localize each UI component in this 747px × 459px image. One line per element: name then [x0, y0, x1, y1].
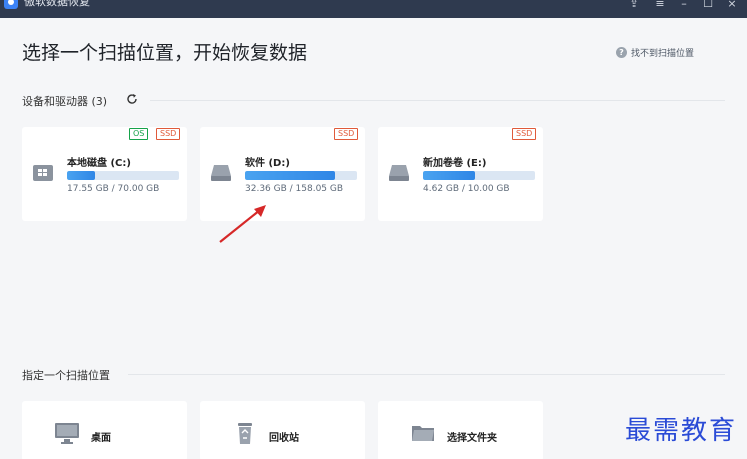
drive-name: 本地磁盘 (C:) [67, 158, 131, 169]
drive-size: 32.36 GB / 158.05 GB [245, 184, 344, 194]
section-divider [150, 100, 725, 101]
desktop-icon [55, 423, 79, 444]
location-label: 回收站 [269, 433, 299, 444]
os-tag: OS [129, 128, 149, 140]
section-divider [128, 374, 725, 375]
ssd-tag: SSD [334, 128, 359, 140]
minimize-button[interactable]: – [676, 0, 692, 10]
drive-usage-fill [67, 171, 96, 180]
devices-section-title: 设备和驱动器 (3) [22, 95, 108, 108]
drive-usage-fill [245, 171, 335, 180]
drive-usage-fill [423, 171, 475, 180]
app-logo-icon [4, 0, 18, 9]
share-icon[interactable]: ⇪ [626, 0, 642, 10]
folder-icon [412, 426, 434, 441]
refresh-icon[interactable] [126, 93, 138, 105]
windows-drive-icon [33, 165, 53, 181]
app-title: 傲软数据恢复 [24, 0, 90, 8]
drive-usage-bar [245, 171, 357, 180]
location-label: 桌面 [91, 433, 111, 444]
locations-section-title: 指定一个扫描位置 [22, 369, 110, 382]
drive-usage-bar [423, 171, 535, 180]
annotation-arrow-icon [219, 205, 266, 243]
close-button[interactable]: × [724, 0, 740, 10]
drive-card-e[interactable]: SSD 新加卷卷 (E:) 4.62 GB / 10.00 GB [378, 127, 543, 221]
title-bar: 傲软数据恢复 ⇪ ≡ – ☐ × [0, 0, 747, 18]
drive-name: 软件 (D:) [245, 158, 290, 169]
menu-icon[interactable]: ≡ [652, 0, 668, 10]
restore-button[interactable]: ☐ [700, 0, 716, 10]
location-card-select-folder[interactable]: 选择文件夹 [378, 401, 543, 459]
location-card-recycle-bin[interactable]: 回收站 [200, 401, 365, 459]
cannot-find-location-link[interactable]: ? 找不到扫描位置 [616, 45, 694, 59]
drive-name: 新加卷卷 (E:) [423, 158, 487, 169]
question-icon: ? [616, 46, 627, 58]
drive-card-c[interactable]: OS SSD 本地磁盘 (C:) 17.55 GB / 70.00 GB [22, 127, 187, 221]
ssd-tag: SSD [512, 128, 537, 140]
drive-size: 4.62 GB / 10.00 GB [423, 184, 510, 194]
drive-size: 17.55 GB / 70.00 GB [67, 184, 160, 194]
location-card-desktop[interactable]: 桌面 [22, 401, 187, 459]
drive-usage-bar [67, 171, 179, 180]
help-link-label: 找不到扫描位置 [631, 48, 695, 59]
hard-drive-icon [389, 165, 409, 181]
location-label: 选择文件夹 [447, 433, 497, 444]
recycle-bin-icon [238, 423, 252, 444]
page-title: 选择一个扫描位置，开始恢复数据 [22, 42, 308, 64]
ssd-tag: SSD [156, 128, 181, 140]
hard-drive-icon [211, 165, 231, 181]
watermark: 最需教育 [625, 416, 738, 446]
